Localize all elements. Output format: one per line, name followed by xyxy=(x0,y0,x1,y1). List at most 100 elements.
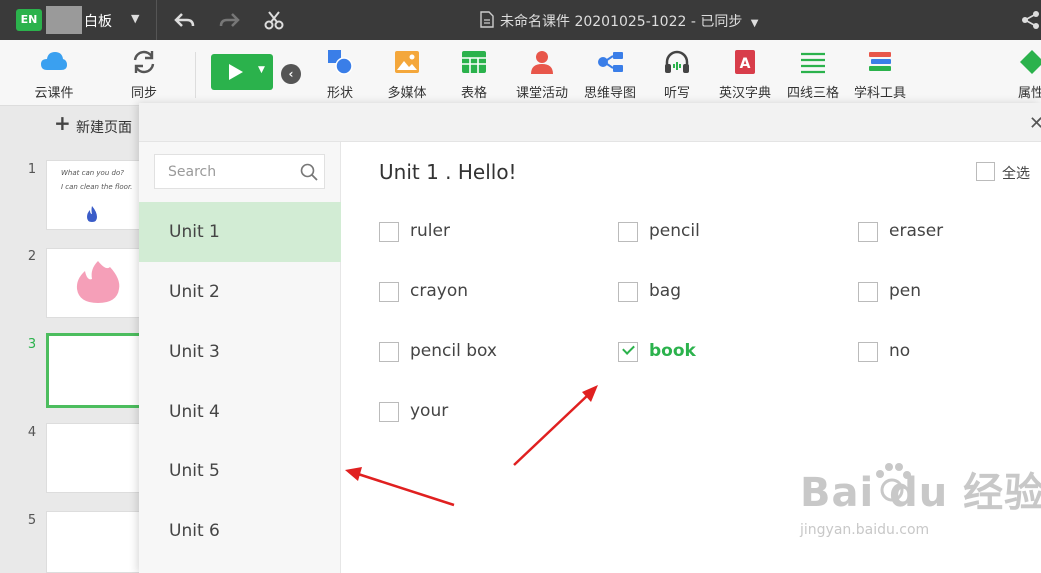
table-label: 表格 xyxy=(460,86,487,101)
redacted-area xyxy=(46,6,82,34)
cloud-courseware-label: 云课件 xyxy=(34,86,74,101)
redo-icon[interactable] xyxy=(219,10,241,30)
word-label: ruler xyxy=(410,221,450,241)
unit-title: Unit 1 . Hello! xyxy=(379,160,517,184)
word-label: book xyxy=(649,341,696,361)
four-lines-icon xyxy=(801,52,825,74)
collapse-left-icon[interactable]: ‹ xyxy=(281,64,301,84)
app-logo: EN xyxy=(16,9,42,31)
flame-icon xyxy=(76,261,120,303)
checkbox-box[interactable] xyxy=(379,282,399,302)
dictation-button[interactable]: 听写 xyxy=(660,48,694,101)
app-menu-chevron-icon[interactable]: ▼ xyxy=(131,12,139,25)
sync-icon xyxy=(133,50,155,74)
title-bar: EN 白板 ▼ 未命名课件 20201025-1022 - 已同步 ▼ xyxy=(0,0,1041,40)
app-name[interactable]: 白板 xyxy=(84,11,112,31)
play-dropdown-chevron-icon[interactable]: ▼ xyxy=(258,65,265,75)
multimedia-button[interactable]: 多媒体 xyxy=(382,48,432,101)
unit-item[interactable]: Unit 2 xyxy=(139,262,341,322)
slide-number: 3 xyxy=(27,337,37,352)
table-button[interactable]: 表格 xyxy=(456,48,492,101)
new-page-button[interactable]: + 新建页面 xyxy=(0,107,160,143)
close-icon[interactable]: ✕ xyxy=(1029,113,1041,134)
search-box[interactable] xyxy=(154,154,325,189)
scissors-icon[interactable] xyxy=(263,10,285,30)
unit-item[interactable]: Unit 1 xyxy=(139,202,341,262)
word-label: bag xyxy=(649,281,681,301)
dictation-label: 听写 xyxy=(663,86,690,101)
document-title[interactable]: 未命名课件 20201025-1022 - 已同步 ▼ xyxy=(500,11,759,31)
checkbox-box[interactable] xyxy=(618,222,638,242)
unit-item[interactable]: Unit 4 xyxy=(139,382,341,442)
play-button[interactable]: ▼ xyxy=(211,54,273,90)
document-icon xyxy=(480,11,494,28)
svg-text:A: A xyxy=(740,56,751,72)
properties-label: 属性 xyxy=(1018,86,1041,101)
document-menu-chevron-icon[interactable]: ▼ xyxy=(751,18,759,29)
dialog-header: ✕ xyxy=(139,103,1041,142)
image-icon xyxy=(395,51,419,73)
cloud-icon xyxy=(41,52,67,70)
slide-thumbnail-2[interactable] xyxy=(46,248,146,318)
slide-thumbnail-1[interactable]: What can you do? I can clean the floor. xyxy=(46,160,146,230)
dictionary-icon: A xyxy=(735,50,755,74)
word-label: no xyxy=(889,341,911,361)
cloud-courseware-button[interactable]: 云课件 xyxy=(24,48,84,101)
plus-icon: + xyxy=(54,111,71,135)
checkbox-box[interactable] xyxy=(379,342,399,362)
diamond-icon xyxy=(1020,50,1041,74)
shape-button[interactable]: 形状 xyxy=(320,48,360,101)
word-label: your xyxy=(410,401,449,421)
checkbox-box[interactable] xyxy=(858,222,878,242)
paw-logo-icon xyxy=(876,463,911,502)
new-page-label: 新建页面 xyxy=(76,120,132,136)
slide-number: 1 xyxy=(27,162,37,177)
mind-map-button[interactable]: 思维导图 xyxy=(580,48,640,101)
search-input[interactable] xyxy=(155,155,295,188)
slide-number: 4 xyxy=(27,425,37,440)
mind-map-label: 思维导图 xyxy=(583,86,636,101)
dictionary-button[interactable]: A 英汉字典 xyxy=(713,48,777,101)
checkbox-box[interactable] xyxy=(379,402,399,422)
select-all-label: 全选 xyxy=(1002,166,1030,182)
checkbox-box[interactable] xyxy=(858,342,878,362)
multimedia-label: 多媒体 xyxy=(387,86,427,101)
slide-text-line: What can you do? xyxy=(61,169,124,177)
main-toolbar: 云课件 同步 ▼ ‹ 形状 多媒体 表格 课堂活动 思维导图 听写 A 英汉字典… xyxy=(0,40,1041,106)
headphones-icon xyxy=(665,50,689,73)
properties-button[interactable]: 属性 xyxy=(1018,48,1041,101)
watermark-brand: Bai du 经验 xyxy=(800,470,1041,516)
search-icon[interactable] xyxy=(300,163,318,181)
subject-tools-label: 学科工具 xyxy=(853,86,906,101)
activity-icon xyxy=(531,51,553,74)
slide-thumbnail-3[interactable] xyxy=(46,333,146,408)
unit-item[interactable]: Unit 6 xyxy=(139,501,341,561)
slide-thumbnail-4[interactable] xyxy=(46,423,146,493)
checkbox-box[interactable] xyxy=(618,342,638,362)
checkbox-box[interactable] xyxy=(379,222,399,242)
checkmark-icon xyxy=(622,342,635,355)
divider xyxy=(195,52,196,98)
word-label: crayon xyxy=(410,281,468,301)
four-line-button[interactable]: 四线三格 xyxy=(781,48,845,101)
checkbox-box[interactable] xyxy=(618,282,638,302)
checkbox-box[interactable] xyxy=(976,162,995,181)
sync-button[interactable]: 同步 xyxy=(118,48,170,101)
class-activity-label: 课堂活动 xyxy=(515,86,568,101)
undo-icon[interactable] xyxy=(173,10,195,30)
shape-icon xyxy=(328,50,353,75)
share-icon[interactable] xyxy=(1020,10,1041,30)
slide-thumbnail-5[interactable] xyxy=(46,511,146,573)
class-activity-button[interactable]: 课堂活动 xyxy=(512,48,572,101)
word-label: eraser xyxy=(889,221,944,241)
unit-item[interactable]: Unit 3 xyxy=(139,322,341,382)
word-label: pen xyxy=(889,281,922,301)
table-icon xyxy=(462,51,486,73)
unit-list: Unit 1 Unit 2 Unit 3 Unit 4 Unit 5 Unit … xyxy=(139,142,341,573)
watermark-url: jingyan.baidu.com xyxy=(800,522,930,538)
unit-item[interactable]: Unit 5 xyxy=(139,441,341,501)
flame-icon xyxy=(87,206,97,222)
checkbox-box[interactable] xyxy=(858,282,878,302)
subject-tools-button[interactable]: 学科工具 xyxy=(848,48,912,101)
mind-map-icon xyxy=(598,52,623,72)
